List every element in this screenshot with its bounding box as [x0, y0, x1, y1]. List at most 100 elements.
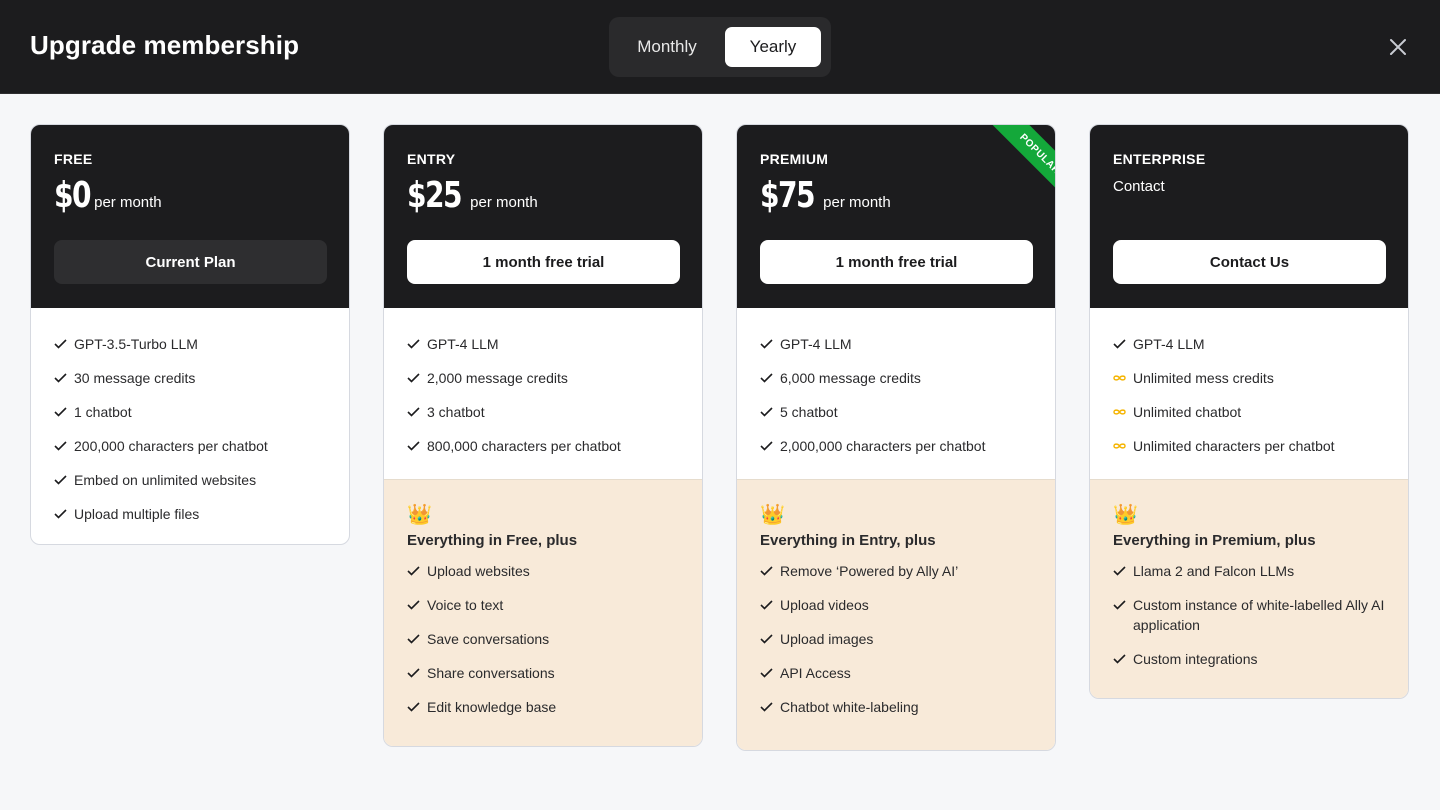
- free-trial-button[interactable]: 1 month free trial: [760, 240, 1033, 284]
- plan-header: FREE $0 per month Current Plan: [31, 125, 349, 308]
- check-icon: [54, 436, 68, 456]
- feature-text: Unlimited characters per chatbot: [1133, 438, 1335, 454]
- check-icon: [54, 470, 68, 490]
- feature-list: GPT-4 LLM 2,000 message credits 3 chatbo…: [384, 308, 702, 479]
- feature-item: Unlimited mess credits: [1113, 368, 1385, 388]
- feature-item: GPT-4 LLM: [407, 334, 679, 354]
- check-icon: [407, 561, 421, 581]
- free-trial-button[interactable]: 1 month free trial: [407, 240, 680, 284]
- plan-card-entry: ENTRY $25 per month 1 month free trial G…: [383, 124, 703, 747]
- check-icon: [54, 334, 68, 354]
- feature-item: GPT-4 LLM: [1113, 334, 1385, 354]
- extras-title: Everything in Free, plus: [407, 532, 578, 549]
- extra-text: Save conversations: [427, 631, 550, 647]
- feature-item: GPT-4 LLM: [760, 334, 1032, 354]
- price-row: $0 per month: [54, 175, 326, 219]
- plan-tier: ENTRY: [407, 151, 456, 167]
- extras-title: Everything in Entry, plus: [760, 532, 936, 549]
- plan-card-free: FREE $0 per month Current Plan GPT-3.5-T…: [30, 124, 350, 545]
- crown-icon: 👑: [407, 504, 432, 526]
- price-period: per month: [94, 194, 162, 211]
- check-icon: [760, 629, 774, 649]
- yearly-toggle-button[interactable]: Yearly: [725, 27, 821, 67]
- check-icon: [407, 436, 421, 456]
- feature-text: 1 chatbot: [74, 404, 132, 420]
- check-icon: [407, 663, 421, 683]
- monthly-toggle-button[interactable]: Monthly: [619, 27, 715, 67]
- feature-text: GPT-3.5-Turbo LLM: [74, 336, 198, 352]
- plan-card-premium: POPULAR PREMIUM $75 per month 1 month fr…: [736, 124, 1056, 751]
- feature-text: GPT-4 LLM: [780, 336, 852, 352]
- feature-list: GPT-4 LLM 6,000 message credits 5 chatbo…: [737, 308, 1055, 479]
- plan-card-enterprise: ENTERPRISE Contact Contact Us GPT-4 LLM …: [1089, 124, 1409, 699]
- feature-item: Embed on unlimited websites: [54, 470, 326, 490]
- extra-text: Voice to text: [427, 597, 504, 613]
- check-icon: [1113, 334, 1127, 354]
- feature-text: 200,000 characters per chatbot: [74, 438, 268, 454]
- plan-price: $75: [760, 175, 816, 216]
- feature-text: GPT-4 LLM: [427, 336, 499, 352]
- feature-list: GPT-4 LLM Unlimited mess credits Unlimit…: [1090, 308, 1408, 479]
- feature-item: 1 chatbot: [54, 402, 326, 422]
- check-icon: [407, 402, 421, 422]
- extra-item: Llama 2 and Falcon LLMs: [1113, 561, 1385, 581]
- extra-item: Upload websites: [407, 561, 679, 581]
- check-icon: [760, 663, 774, 683]
- feature-item: 2,000 message credits: [407, 368, 679, 388]
- plan-header: POPULAR PREMIUM $75 per month 1 month fr…: [737, 125, 1055, 308]
- check-icon: [1113, 649, 1127, 669]
- extra-item: Upload videos: [760, 595, 1032, 615]
- feature-text: Unlimited mess credits: [1133, 370, 1274, 386]
- check-icon: [1113, 561, 1127, 581]
- check-icon: [407, 629, 421, 649]
- plan-price: $0: [54, 175, 92, 216]
- contact-us-button[interactable]: Contact Us: [1113, 240, 1386, 284]
- check-icon: [760, 402, 774, 422]
- feature-text: Upload multiple files: [74, 506, 200, 522]
- billing-period-toggle: Monthly Yearly: [609, 17, 831, 77]
- popular-badge: POPULAR: [991, 125, 1055, 201]
- plan-extras: 👑 Everything in Free, plus Upload websit…: [384, 479, 702, 746]
- check-icon: [54, 504, 68, 524]
- extra-item: Custom integrations: [1113, 649, 1385, 669]
- current-plan-button[interactable]: Current Plan: [54, 240, 327, 284]
- plan-price-contact: Contact: [1113, 178, 1165, 195]
- check-icon: [1113, 595, 1127, 615]
- extra-item: API Access: [760, 663, 1032, 683]
- infinity-icon: [1113, 402, 1127, 422]
- feature-item: 3 chatbot: [407, 402, 679, 422]
- feature-item: 200,000 characters per chatbot: [54, 436, 326, 456]
- extra-text: API Access: [780, 665, 851, 681]
- extra-item: Save conversations: [407, 629, 679, 649]
- extra-text: Upload images: [780, 631, 874, 647]
- extra-text: Custom integrations: [1133, 651, 1258, 667]
- feature-text: Unlimited chatbot: [1133, 404, 1242, 420]
- popular-ribbon: POPULAR: [979, 125, 1055, 201]
- extra-text: Llama 2 and Falcon LLMs: [1133, 563, 1295, 579]
- check-icon: [407, 334, 421, 354]
- extra-text: Chatbot white-labeling: [780, 699, 919, 715]
- check-icon: [407, 368, 421, 388]
- infinity-icon: [1113, 368, 1127, 388]
- feature-text: 2,000 message credits: [427, 370, 568, 386]
- extra-text: Custom instance of white-labelled Ally A…: [1133, 597, 1385, 633]
- check-icon: [407, 595, 421, 615]
- feature-text: 30 message credits: [74, 370, 196, 386]
- feature-item: 2,000,000 characters per chatbot: [760, 436, 1032, 456]
- extras-title: Everything in Premium, plus: [1113, 532, 1316, 549]
- extra-item: Upload images: [760, 629, 1032, 649]
- extra-item: Edit knowledge base: [407, 697, 679, 717]
- check-icon: [760, 595, 774, 615]
- check-icon: [760, 368, 774, 388]
- feature-text: 3 chatbot: [427, 404, 485, 420]
- plan-header: ENTRY $25 per month 1 month free trial: [384, 125, 702, 308]
- extra-text: Remove ‘Powered by Ally AI’: [780, 563, 959, 579]
- close-icon[interactable]: [1386, 35, 1410, 59]
- check-icon: [407, 697, 421, 717]
- feature-list: GPT-3.5-Turbo LLM 30 message credits 1 c…: [31, 308, 349, 544]
- check-icon: [54, 368, 68, 388]
- plan-price: $25: [407, 175, 463, 216]
- extra-text: Share conversations: [427, 665, 555, 681]
- check-icon: [760, 436, 774, 456]
- check-icon: [54, 402, 68, 422]
